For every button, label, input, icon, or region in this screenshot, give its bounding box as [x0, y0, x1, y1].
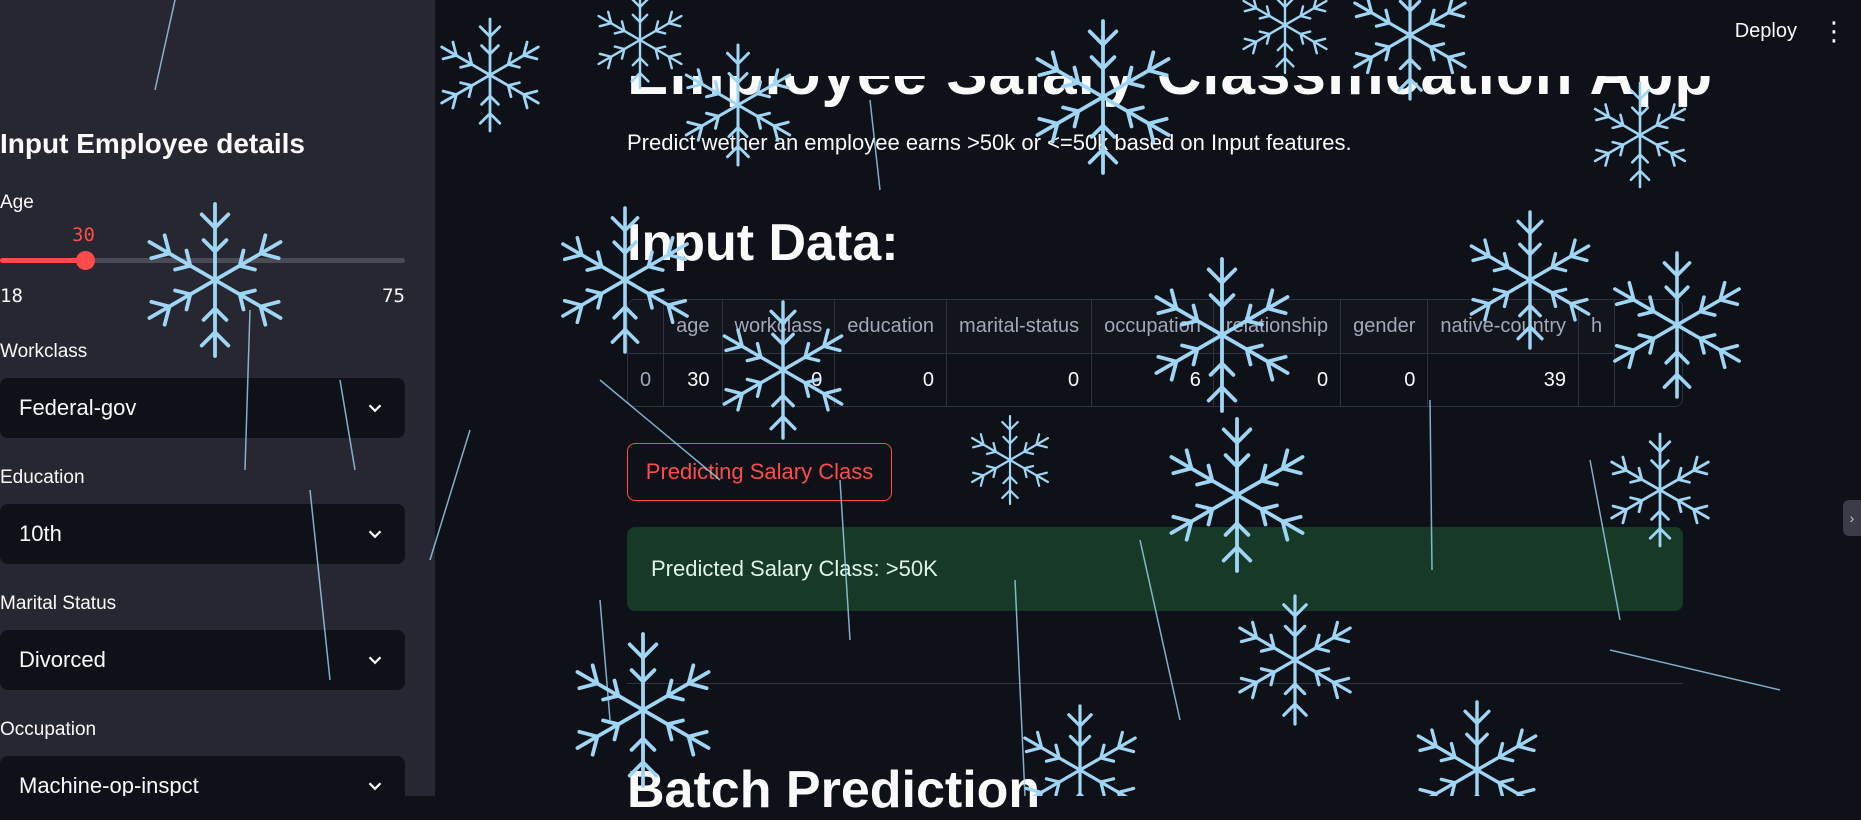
table-column-header[interactable]: gender [1340, 300, 1429, 354]
table-cell[interactable]: 0 [1340, 353, 1429, 406]
table-cell[interactable]: 6 [1091, 353, 1214, 406]
table-header-row: age workclass education marital-status occup… [628, 300, 1616, 354]
table-cell[interactable]: 0 [834, 353, 948, 406]
table-column-header[interactable]: native-country [1427, 300, 1580, 354]
table-column-header[interactable]: age [663, 300, 723, 354]
kebab-menu-icon[interactable]: ⋮ [1821, 18, 1847, 44]
marital-status-label: Marital Status [0, 593, 117, 614]
snowflake-icon [1416, 700, 1538, 796]
table-cell[interactable]: 39 [1427, 353, 1580, 406]
chevron-down-icon [368, 404, 382, 413]
education-label: Education [0, 467, 85, 488]
page-title: Employee Salary Classification App [627, 39, 1714, 108]
age-slider-value: 30 [72, 224, 95, 246]
input-data-heading: Input Data: [627, 214, 899, 272]
workclass-value: Federal-gov [19, 395, 137, 420]
input-data-table[interactable]: age workclass education marital-status occup… [627, 299, 1683, 407]
age-slider-fill [0, 258, 86, 263]
snowflake-icon [970, 414, 1050, 506]
chevron-down-icon [368, 782, 382, 791]
occupation-value: Machine-op-inspct [19, 773, 199, 796]
table-column-header[interactable]: occupation [1091, 300, 1214, 354]
age-label: Age [0, 192, 34, 213]
batch-prediction-heading: Batch Prediction [627, 761, 1041, 819]
table-cell[interactable]: 0 [946, 353, 1093, 406]
snowflake-icon [1023, 704, 1137, 796]
occupation-label: Occupation [0, 719, 97, 740]
chevron-down-icon [368, 530, 382, 539]
table-cell[interactable]: 0 [1213, 353, 1342, 406]
chevron-down-icon [368, 656, 382, 665]
table-row: 0 30 0 0 0 6 0 0 39 [628, 353, 1616, 406]
predict-salary-button[interactable]: Predicting Salary Class [627, 443, 892, 501]
education-select[interactable]: 10th [0, 504, 405, 564]
age-slider-max: 75 [382, 285, 405, 307]
workclass-label: Workclass [0, 341, 88, 362]
app-header: Deploy ⋮ [1735, 18, 1861, 44]
age-slider-min: 18 [0, 285, 23, 307]
prediction-result-alert: Predicted Salary Class: >50K [627, 527, 1683, 611]
table-cell[interactable]: 0 [628, 353, 665, 406]
prediction-result-text: Predicted Salary Class: >50K [651, 556, 938, 581]
table-column-header[interactable] [628, 300, 665, 354]
sidebar-title: Input Employee details [0, 128, 305, 159]
section-divider [627, 683, 1683, 684]
workclass-select[interactable]: Federal-gov [0, 378, 405, 438]
age-slider[interactable] [0, 251, 405, 270]
table-column-header[interactable]: relationship [1213, 300, 1342, 354]
snowflake-icon [1242, 0, 1328, 75]
table-column-header[interactable]: education [834, 300, 948, 354]
snowflake-icon [1238, 594, 1352, 726]
marital-status-value: Divorced [19, 647, 106, 672]
table-column-header[interactable]: h [1578, 300, 1616, 354]
age-slider-thumb[interactable] [76, 251, 96, 270]
snowflake-icon [597, 0, 683, 90]
education-value: 10th [19, 521, 62, 546]
occupation-select[interactable]: Machine-op-inspct [0, 756, 405, 796]
table-column-header[interactable]: workclass [722, 300, 836, 354]
deploy-button[interactable]: Deploy [1735, 20, 1797, 43]
marital-status-select[interactable]: Divorced [0, 630, 405, 690]
table-cell[interactable]: 30 [663, 353, 723, 406]
snowflake-icon [440, 17, 540, 133]
side-panel-toggle-icon[interactable]: › [1843, 500, 1861, 536]
sidebar: Input Employee details Age 30 18 75 Work… [0, 0, 435, 796]
page-subtitle: Predict wether an employee earns >50k or… [627, 130, 1352, 155]
table-cell[interactable] [1578, 353, 1616, 406]
table-body: 0 30 0 0 0 6 0 0 39 [628, 353, 1616, 406]
table-cell[interactable]: 0 [722, 353, 836, 406]
table-column-header[interactable]: marital-status [946, 300, 1093, 354]
